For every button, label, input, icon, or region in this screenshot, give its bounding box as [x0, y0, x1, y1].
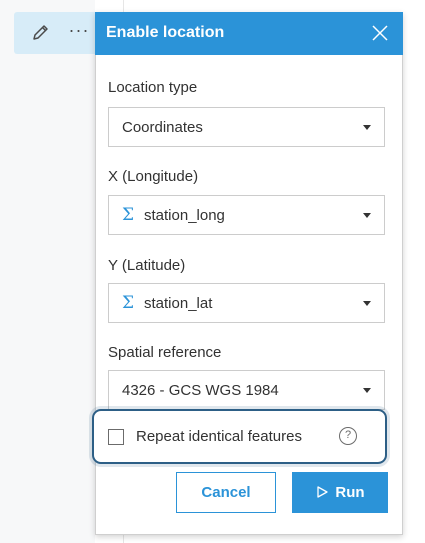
more-options-icon[interactable]: ···: [64, 21, 94, 43]
repeat-features-checkbox[interactable]: [108, 429, 124, 445]
location-type-select[interactable]: Coordinates: [108, 107, 385, 147]
spatial-reference-select[interactable]: 4326 - GCS WGS 1984: [108, 370, 385, 410]
cancel-button[interactable]: Cancel: [176, 472, 276, 513]
sigma-icon: Σ: [122, 293, 135, 313]
location-type-label: Location type: [108, 79, 198, 96]
toolbar: ···: [14, 12, 107, 54]
sigma-icon: Σ: [122, 205, 135, 225]
chevron-down-icon: [363, 301, 371, 306]
spatial-reference-value: 4326 - GCS WGS 1984: [122, 382, 279, 399]
x-longitude-value: station_long: [144, 207, 225, 224]
page-background: [0, 0, 95, 543]
chevron-down-icon: [363, 125, 371, 130]
y-latitude-value: station_lat: [144, 295, 213, 312]
close-icon[interactable]: [369, 22, 391, 44]
repeat-features-row: Repeat identical features ?: [92, 409, 387, 464]
x-longitude-select[interactable]: Σ station_long: [108, 195, 385, 235]
chevron-down-icon: [363, 213, 371, 218]
repeat-features-label[interactable]: Repeat identical features: [136, 428, 302, 445]
chevron-down-icon: [363, 388, 371, 393]
spatial-reference-label: Spatial reference: [108, 344, 222, 361]
y-latitude-select[interactable]: Σ station_lat: [108, 283, 385, 323]
x-longitude-label: X (Longitude): [108, 168, 199, 185]
pencil-icon[interactable]: [30, 22, 52, 44]
panel-header: Enable location: [95, 12, 403, 55]
run-button[interactable]: Run: [292, 472, 388, 513]
y-latitude-label: Y (Latitude): [108, 257, 186, 274]
location-type-value: Coordinates: [122, 119, 203, 136]
run-label: Run: [335, 484, 365, 501]
play-icon: [315, 474, 329, 498]
panel-title: Enable location: [106, 24, 225, 41]
enable-location-panel: Enable location Location type Coordinate…: [92, 12, 403, 535]
help-icon[interactable]: ?: [339, 427, 357, 445]
